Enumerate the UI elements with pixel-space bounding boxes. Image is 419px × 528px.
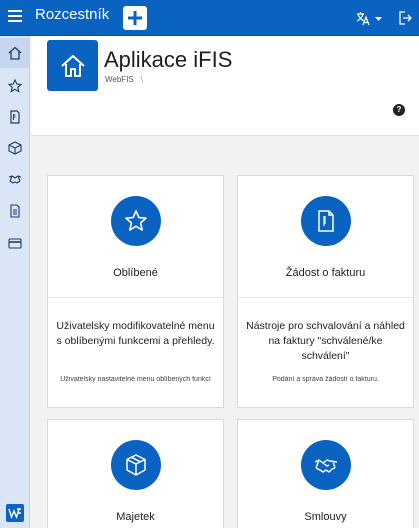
card-subtitle: Uživatelsky nastavitelné menu oblíbených… (60, 376, 211, 383)
box-icon (126, 454, 146, 476)
logout-button[interactable] (398, 10, 412, 26)
page-icon (47, 40, 98, 91)
handshake-icon (314, 459, 338, 473)
card-invoice-request[interactable]: Žádost o fakturu Nástroje pro schvalován… (237, 175, 414, 408)
home-icon (8, 46, 22, 60)
card-icon-circle (111, 196, 161, 246)
card-title: Majetek (116, 511, 155, 523)
box-icon (8, 141, 22, 155)
home-icon (61, 55, 85, 77)
invoice-icon (318, 210, 334, 232)
language-button[interactable] (356, 11, 386, 27)
sidebar-item-assets[interactable] (0, 133, 30, 163)
add-button[interactable] (123, 6, 147, 30)
card-icon-circle (301, 196, 351, 246)
help-button[interactable]: ? (393, 104, 405, 116)
webfis-logo[interactable] (6, 504, 24, 522)
breadcrumb-separator: \ (140, 75, 143, 84)
menu-icon[interactable] (8, 10, 22, 24)
sidebar-item-invoice[interactable] (0, 102, 30, 132)
card-description: Uživatelsky modifikovatelné menu s oblíb… (56, 320, 215, 347)
sidebar-item-contracts[interactable] (0, 164, 30, 194)
card-header: Oblíbené (48, 176, 223, 298)
page-title: Aplikace iFIS (104, 47, 233, 72)
card-header: Smlouvy (238, 420, 413, 528)
card-subtitle: Podání a správa žádostí o fakturu. (272, 376, 379, 383)
top-bar: Rozcestník (0, 0, 419, 36)
plus-icon (128, 11, 142, 25)
sidebar-item-documents[interactable] (0, 196, 30, 226)
document-icon (10, 204, 20, 218)
sidebar-item-home[interactable] (0, 38, 30, 68)
card-favorites[interactable]: Oblíbené Uživatelsky modifikovatelné men… (47, 175, 224, 408)
handshake-icon (8, 175, 22, 184)
card-contracts[interactable]: Smlouvy (237, 419, 414, 528)
card-icon (8, 238, 22, 249)
star-icon (125, 210, 147, 231)
card-description: Nástroje pro schvalování a náhled na fak… (246, 320, 405, 362)
breadcrumb: WebFIS \ (105, 75, 143, 84)
card-icon-circle (111, 440, 161, 490)
app-title[interactable]: Rozcestník (35, 6, 109, 23)
star-icon (8, 79, 22, 93)
breadcrumb-item[interactable]: WebFIS (105, 75, 134, 84)
sidebar (0, 36, 30, 528)
translate-icon (356, 12, 382, 26)
card-icon-circle (301, 440, 351, 490)
invoice-icon (10, 110, 20, 124)
sidebar-item-payments[interactable] (0, 228, 30, 258)
card-title: Žádost o fakturu (285, 267, 366, 279)
card-title: Smlouvy (304, 511, 347, 523)
card-assets[interactable]: Majetek (47, 419, 224, 528)
webfis-logo-icon (8, 508, 21, 520)
sidebar-item-favorites[interactable] (0, 71, 30, 101)
card-header: Žádost o fakturu (238, 176, 413, 298)
caret-down-icon (375, 17, 382, 21)
card-title: Oblíbené (113, 267, 158, 279)
card-header: Majetek (48, 420, 223, 528)
logout-icon (399, 11, 412, 25)
page-header: Aplikace iFIS WebFIS \ ? (31, 36, 419, 136)
